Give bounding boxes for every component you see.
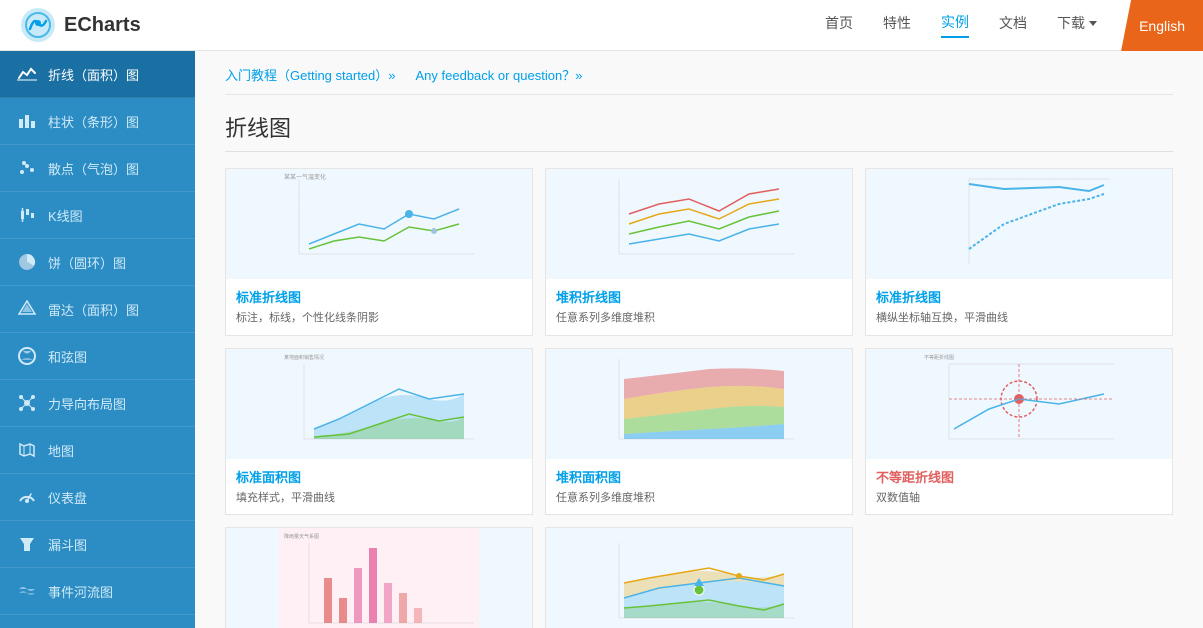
chart-card-horizontal-line[interactable]: 标准折线图 横纵坐标轴互换，平滑曲线 (865, 168, 1173, 336)
main-layout: 折线（面积）图 柱状（条形）图 散点（气泡）图 K线图 饼（圆环）图 (0, 51, 1203, 628)
chart-thumb-4: 某地面积销售情况 (226, 349, 532, 459)
sidebar-label-map: 地图 (48, 441, 74, 460)
sidebar-item-force[interactable]: 力导向布局图 (0, 380, 195, 427)
chart-card-stacked-line[interactable]: 堆积折线图 任意系列多维度堆积 (545, 168, 853, 336)
chart-card-standard-line[interactable]: 某某一气温变化 (225, 168, 533, 336)
chart-thumb-2 (546, 169, 852, 279)
sidebar-label-force: 力导向布局图 (48, 394, 126, 413)
gauge-icon (16, 486, 38, 508)
scatter-chart-icon (16, 157, 38, 179)
sidebar-label-radar: 雷达（面积）图 (48, 300, 139, 319)
chart-card-stacked-area[interactable]: 堆积面积图 任意系列多维度堆积 (545, 348, 853, 516)
sidebar-item-bar[interactable]: 柱状（条形）图 (0, 98, 195, 145)
nav-features[interactable]: 特性 (883, 13, 911, 37)
sidebar-label-scatter: 散点（气泡）图 (48, 159, 139, 178)
chart-title-4: 标准面积图 (236, 467, 522, 486)
sidebar-item-eventriver[interactable]: 事件河流图 (0, 568, 195, 615)
sidebar-item-gauge[interactable]: 仪表盘 (0, 474, 195, 521)
logo-area: ECharts (20, 7, 141, 43)
english-tab[interactable]: English (1121, 0, 1203, 51)
sidebar-item-mix[interactable]: 混搭 (0, 615, 195, 628)
chart-card-irregular[interactable]: 不等距折线图 不等距折线图 (865, 348, 1173, 516)
sidebar-label-pie: 饼（圆环）图 (48, 253, 126, 272)
sidebar-item-scatter[interactable]: 散点（气泡）图 (0, 145, 195, 192)
nav-home[interactable]: 首页 (825, 13, 853, 37)
force-layout-icon (16, 392, 38, 414)
svg-text:某地面积销售情况: 某地面积销售情况 (284, 354, 324, 361)
nav-download[interactable]: 下载 (1057, 13, 1097, 37)
sidebar-label-chord: 和弦图 (48, 347, 87, 366)
chart-info-6: 不等距折线图 双数值轴 (866, 459, 1172, 515)
chart-thumb-1: 某某一气温变化 (226, 169, 532, 279)
chart-desc-1: 标注，标线，个性化线条阴影 (236, 310, 522, 327)
line-chart-grid: 某某一气温变化 (225, 168, 1173, 628)
chart-desc-5: 任意系列多维度堆积 (556, 490, 842, 507)
chart-desc-4: 填充样式，平滑曲线 (236, 490, 522, 507)
nav-docs[interactable]: 文档 (999, 13, 1027, 37)
nav-examples[interactable]: 实例 (941, 12, 969, 38)
radar-chart-icon (16, 298, 38, 320)
chart-thumb-3 (866, 169, 1172, 279)
chart-thumb-7: 降雨量天气系图 2009/7/24 2009/9/400 (226, 528, 532, 628)
chart-card-multicontrol[interactable]: 折线图 多级控制，个性化，填充、线条、拐点样式等 (545, 527, 853, 628)
sidebar-label-bar: 柱状（条形）图 (48, 112, 139, 131)
chart-desc-6: 双数值轴 (876, 490, 1162, 507)
pie-chart-icon (16, 251, 38, 273)
svg-text:降雨量天气系图: 降雨量天气系图 (284, 533, 319, 540)
chart-title-2: 堆积折线图 (556, 287, 842, 306)
download-arrow-icon (1089, 21, 1097, 26)
chart-desc-2: 任意系列多维度堆积 (556, 310, 842, 327)
line-chart-icon (16, 63, 38, 85)
funnel-icon (16, 533, 38, 555)
echarts-logo-icon (20, 7, 56, 43)
breadcrumb-bar: 入门教程（Getting started）» Any feedback or q… (225, 51, 1173, 95)
getting-started-link[interactable]: 入门教程（Getting started）» (225, 65, 396, 84)
chart-info-3: 标准折线图 横纵坐标轴互换，平滑曲线 (866, 279, 1172, 335)
sidebar-item-line[interactable]: 折线（面积）图 (0, 51, 195, 98)
map-icon (16, 439, 38, 461)
header: ECharts 首页 特性 实例 文档 下载 关于我们 English (0, 0, 1203, 51)
chart-title-5: 堆积面积图 (556, 467, 842, 486)
line-section-title: 折线图 (225, 111, 1173, 152)
chart-info-4: 标准面积图 填充样式，平滑曲线 (226, 459, 532, 515)
chart-thumb-8 (546, 528, 852, 628)
eventriver-icon (16, 580, 38, 602)
sidebar-item-radar[interactable]: 雷达（面积）图 (0, 286, 195, 333)
chart-card-reversed-area[interactable]: 降雨量天气系图 2009/7/24 2009/9/400 (225, 527, 533, 628)
candlestick-icon (16, 204, 38, 226)
sidebar-item-funnel[interactable]: 漏斗图 (0, 521, 195, 568)
content-area: 入门教程（Getting started）» Any feedback or q… (195, 51, 1203, 628)
chart-thumb-6: 不等距折线图 (866, 349, 1172, 459)
bar-chart-icon (16, 110, 38, 132)
chart-desc-3: 横纵坐标轴互换，平滑曲线 (876, 310, 1162, 327)
sidebar-label-candlestick: K线图 (48, 206, 83, 225)
chart-card-standard-area[interactable]: 某地面积销售情况 标准面积图 填充样式，平滑曲线 (225, 348, 533, 516)
svg-text:不等距折线图: 不等距折线图 (924, 354, 954, 361)
chart-title-3: 标准折线图 (876, 287, 1162, 306)
chart-info-5: 堆积面积图 任意系列多维度堆积 (546, 459, 852, 515)
chart-info-2: 堆积折线图 任意系列多维度堆积 (546, 279, 852, 335)
sidebar-label-eventriver: 事件河流图 (48, 582, 113, 601)
chord-chart-icon (16, 345, 38, 367)
sidebar-item-chord[interactable]: 和弦图 (0, 333, 195, 380)
chart-title-1: 标准折线图 (236, 287, 522, 306)
sidebar-item-map[interactable]: 地图 (0, 427, 195, 474)
sidebar-label-line: 折线（面积）图 (48, 65, 139, 84)
svg-text:某某一气温变化: 某某一气温变化 (284, 173, 326, 181)
chart-title-6: 不等距折线图 (876, 467, 1162, 486)
english-label: English (1139, 18, 1185, 34)
chart-info-1: 标准折线图 标注，标线，个性化线条阴影 (226, 279, 532, 335)
feedback-link[interactable]: Any feedback or question？» (416, 65, 583, 84)
sidebar: 折线（面积）图 柱状（条形）图 散点（气泡）图 K线图 饼（圆环）图 (0, 51, 195, 628)
logo-text: ECharts (64, 14, 141, 37)
sidebar-label-funnel: 漏斗图 (48, 535, 87, 554)
sidebar-item-pie[interactable]: 饼（圆环）图 (0, 239, 195, 286)
sidebar-item-candlestick[interactable]: K线图 (0, 192, 195, 239)
sidebar-label-gauge: 仪表盘 (48, 488, 87, 507)
chart-thumb-5 (546, 349, 852, 459)
